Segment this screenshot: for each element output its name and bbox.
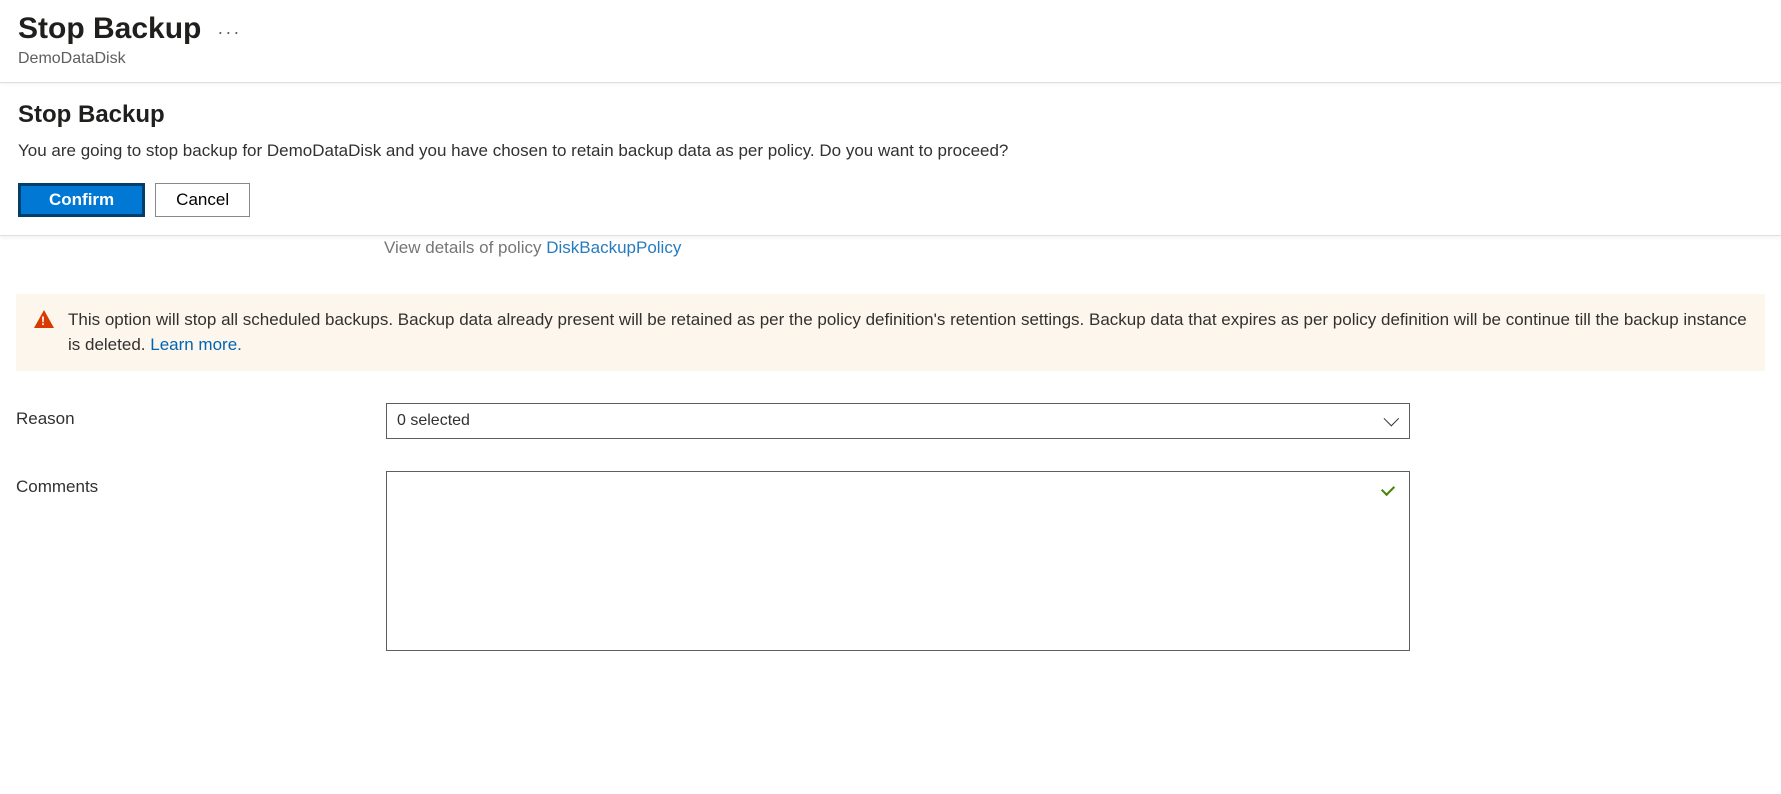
page-header: Stop Backup ··· DemoDataDisk <box>0 0 1781 83</box>
warning-text: This option will stop all scheduled back… <box>68 308 1747 357</box>
confirm-button[interactable]: Confirm <box>18 183 145 217</box>
confirm-title: Stop Backup <box>18 101 1763 129</box>
comments-row: Comments <box>16 471 1765 656</box>
reason-select[interactable]: 0 selected <box>386 403 1410 439</box>
warning-icon <box>34 310 54 328</box>
comments-label: Comments <box>16 471 386 497</box>
comments-input[interactable] <box>386 471 1410 651</box>
chevron-down-icon <box>1383 416 1399 426</box>
confirm-message: You are going to stop backup for DemoDat… <box>18 141 1763 161</box>
policy-prefix-text: View details of policy <box>384 238 546 257</box>
reason-label: Reason <box>16 403 386 429</box>
policy-link[interactable]: DiskBackupPolicy <box>546 238 681 257</box>
resource-subtitle: DemoDataDisk <box>18 50 1763 68</box>
reason-row: Reason 0 selected <box>16 403 1765 439</box>
more-options-icon[interactable]: ··· <box>217 16 241 43</box>
page-title: Stop Backup <box>18 12 201 46</box>
policy-details-line: View details of policy DiskBackupPolicy <box>384 238 1765 258</box>
title-row: Stop Backup ··· <box>18 12 1763 46</box>
warning-message: This option will stop all scheduled back… <box>68 310 1747 354</box>
check-icon <box>1382 479 1400 493</box>
confirm-button-row: Confirm Cancel <box>18 183 1763 217</box>
reason-selected-value: 0 selected <box>397 412 470 430</box>
warning-banner: This option will stop all scheduled back… <box>16 294 1765 371</box>
confirm-panel: Stop Backup You are going to stop backup… <box>0 83 1781 236</box>
learn-more-link[interactable]: Learn more. <box>150 335 242 354</box>
cancel-button[interactable]: Cancel <box>155 183 250 217</box>
body-region: View details of policy DiskBackupPolicy … <box>0 238 1781 656</box>
comments-wrap <box>386 471 1410 656</box>
